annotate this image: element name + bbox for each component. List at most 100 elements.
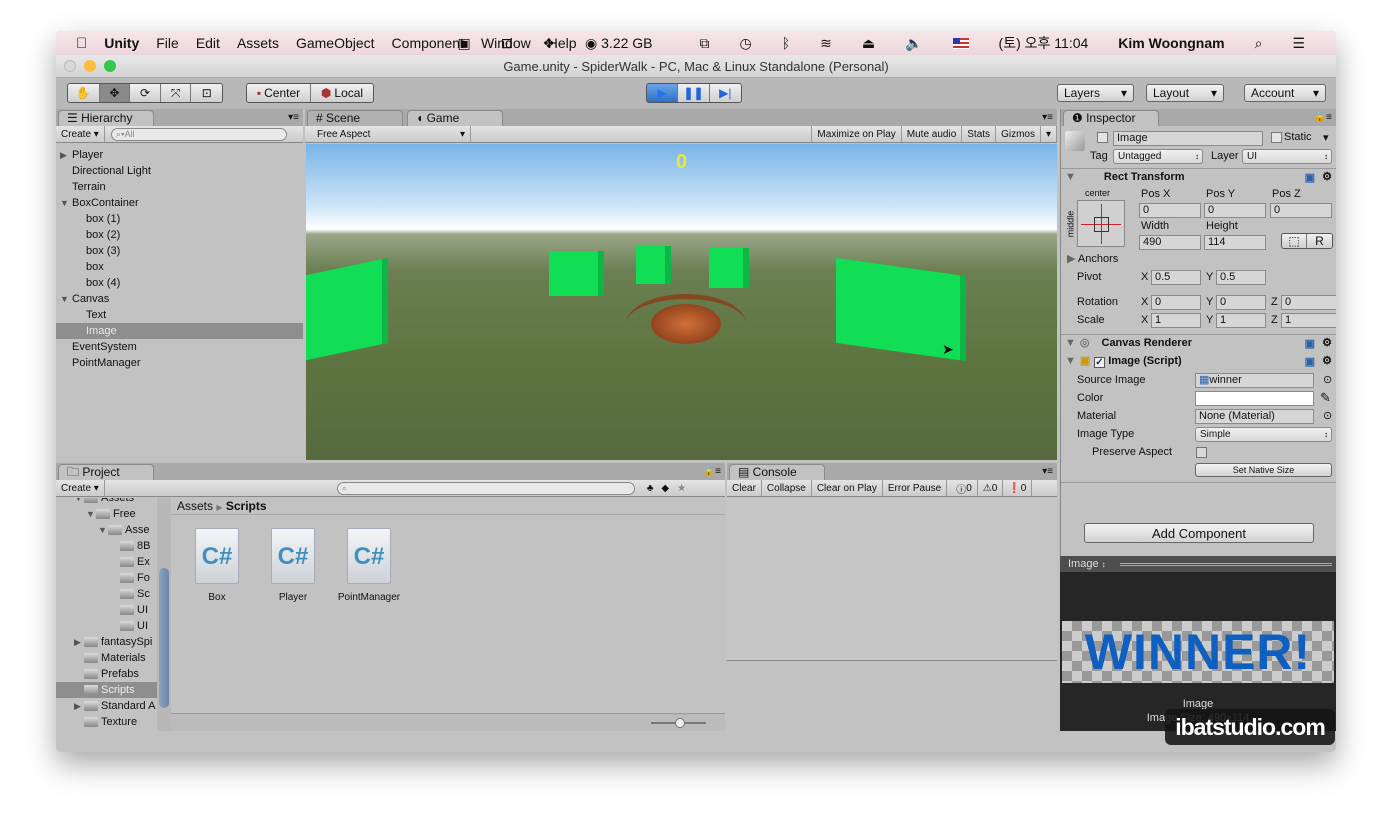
rotation-z-input[interactable]: 0 [1281, 295, 1336, 310]
project-folder-item[interactable]: ▼ Asse [56, 522, 157, 538]
zoom-button[interactable] [104, 60, 116, 72]
menu-gameobject[interactable]: GameObject [296, 35, 375, 51]
eyedropper-icon[interactable]: ✎ [1320, 390, 1331, 406]
project-folder-item[interactable]: ▼ Free [56, 506, 157, 522]
preview-title-dropdown[interactable]: Image [1068, 558, 1099, 570]
tag-dropdown[interactable]: Untagged [1113, 149, 1203, 164]
pause-button[interactable]: ❚❚ [678, 84, 710, 102]
project-folder-item[interactable]: Materials [56, 650, 157, 666]
console-log-list[interactable] [727, 498, 1057, 661]
search-by-label-icon[interactable]: ◆ [661, 483, 669, 494]
hierarchy-item[interactable]: PointManager [56, 355, 303, 371]
memory-status[interactable]: ◉ 3.22 GB [585, 35, 669, 52]
project-folder-item[interactable]: Scripts [56, 682, 157, 698]
layout-dropdown[interactable]: Layout ▾ [1146, 84, 1224, 102]
image-enabled-checkbox[interactable]: ✓ [1094, 357, 1106, 368]
gizmos-button[interactable]: Gizmos [996, 126, 1041, 142]
help-book-icon[interactable]: ▣ [1305, 336, 1315, 353]
pivot-local-button[interactable]: ⬢ Local [310, 84, 373, 102]
hierarchy-create-button[interactable]: Create ▾ [56, 126, 105, 142]
breadcrumb-assets[interactable]: Assets [177, 499, 213, 513]
tab-inspector[interactable]: ❶ Inspector [1063, 110, 1159, 126]
search-by-type-icon[interactable]: ♣ [647, 483, 654, 494]
dropbox-icon[interactable]: ❖ [542, 35, 555, 52]
object-picker-icon[interactable]: ⊙ [1323, 409, 1332, 422]
lock-icon[interactable]: 🔒≡ [1314, 112, 1332, 123]
hierarchy-item[interactable]: ▼ Canvas [56, 291, 303, 307]
time-machine-icon[interactable]: ◷ [740, 35, 752, 52]
stats-button[interactable]: Stats [962, 126, 997, 142]
project-search-input[interactable]: ⌕ [336, 481, 635, 495]
rect-transform-header[interactable]: ▼ Rect Transform ▣ ⚙ [1061, 168, 1336, 186]
foldout-arrow-icon[interactable]: ▶ [74, 698, 81, 714]
scale-y-input[interactable]: 1 [1216, 313, 1266, 328]
favorites-icon[interactable]: ★ [677, 483, 686, 494]
tab-scene[interactable]: # Scene [307, 110, 403, 126]
tab-game[interactable]: ◖ Game [407, 110, 503, 126]
pivot-x-input[interactable]: 0.5 [1151, 270, 1201, 285]
script-asset[interactable]: C# PointManager [333, 528, 405, 608]
add-component-button[interactable]: Add Component [1084, 523, 1314, 543]
preserve-aspect-checkbox[interactable] [1196, 447, 1207, 458]
volume-icon[interactable]: 🔈 [905, 35, 922, 52]
project-create-button[interactable]: Create ▾ [56, 480, 105, 496]
raw-edit-button[interactable]: R [1307, 234, 1332, 248]
eject-icon[interactable]: ⏏ [862, 35, 875, 52]
gear-icon[interactable]: ⚙ [1322, 353, 1332, 370]
panel-menu-icon[interactable]: ▾≡ [1042, 466, 1053, 477]
play-button[interactable]: ▶ [647, 84, 679, 102]
posx-input[interactable]: 0 [1139, 203, 1201, 218]
move-tool-icon[interactable]: ✥ [99, 84, 131, 102]
layer-dropdown[interactable]: UI [1242, 149, 1332, 164]
aspect-dropdown[interactable]: Free Aspect ▾ [305, 126, 471, 142]
foldout-arrow-icon[interactable]: ▼ [98, 522, 107, 538]
hierarchy-item[interactable]: box (4) [56, 275, 303, 291]
tab-hierarchy[interactable]: ☰ Hierarchy [58, 110, 154, 126]
clock[interactable]: (토) 오후 11:04 [999, 33, 1089, 53]
project-folder-item[interactable]: Prefabs [56, 666, 157, 682]
layers-dropdown[interactable]: Layers ▾ [1057, 84, 1134, 102]
scale-x-input[interactable]: 1 [1151, 313, 1201, 328]
scale-tool-icon[interactable]: ⤧ [160, 84, 192, 102]
anchors-foldout[interactable]: ▶ Anchors [1067, 252, 1118, 265]
user-name[interactable]: Kim Woongnam [1118, 35, 1224, 51]
hierarchy-item[interactable]: Terrain [56, 179, 303, 195]
foldout-arrow-icon[interactable]: ▼ [86, 506, 95, 522]
image-type-dropdown[interactable]: Simple [1195, 427, 1332, 442]
pivot-y-input[interactable]: 0.5 [1216, 270, 1266, 285]
project-folder-item[interactable]: UI [56, 618, 157, 634]
icon-size-slider[interactable] [651, 718, 706, 728]
hierarchy-item[interactable]: box [56, 259, 303, 275]
width-input[interactable]: 490 [1139, 235, 1201, 250]
account-dropdown[interactable]: Account ▾ [1244, 84, 1326, 102]
canvas-renderer-header[interactable]: ▼ ◎ Canvas Renderer ▣ ⚙ [1061, 334, 1336, 352]
project-folder-item[interactable]: Ex [56, 554, 157, 570]
project-folder-item[interactable]: Fo [56, 570, 157, 586]
hierarchy-item[interactable]: Image [56, 323, 303, 339]
panel-menu-icon[interactable]: ▾≡ [1042, 112, 1053, 123]
panel-menu-icon[interactable]: ▾≡ [288, 112, 299, 123]
step-button[interactable]: ▶| [709, 84, 741, 102]
gizmos-dropdown[interactable]: ▾ [1041, 126, 1057, 142]
project-folder-item[interactable]: UI [56, 602, 157, 618]
display-icon[interactable]: ▣ [458, 35, 471, 52]
project-folder-item[interactable]: Sc [56, 586, 157, 602]
foldout-arrow-icon[interactable]: ▶ [74, 634, 81, 650]
menu-file[interactable]: File [156, 35, 179, 51]
hierarchy-item[interactable]: Directional Light [56, 163, 303, 179]
breadcrumb-scripts[interactable]: Scripts [226, 499, 267, 513]
static-dropdown[interactable]: ▾ [1323, 131, 1329, 144]
blueprint-mode-button[interactable]: ⬚ [1282, 234, 1308, 248]
minimize-button[interactable] [84, 60, 96, 72]
rotation-y-input[interactable]: 0 [1216, 295, 1266, 310]
scrollbar-thumb[interactable] [159, 568, 169, 708]
mute-audio-button[interactable]: Mute audio [902, 126, 963, 142]
set-native-size-button[interactable]: Set Native Size [1195, 463, 1332, 477]
flag-icon[interactable] [952, 37, 969, 49]
hand-tool-icon[interactable]: ✋ [68, 84, 100, 102]
tab-console[interactable]: ▤ Console [729, 464, 825, 480]
game-viewport[interactable]: 0 ➤ [306, 144, 1057, 460]
static-checkbox[interactable] [1271, 132, 1282, 143]
wifi-icon[interactable]: ≋ [820, 35, 832, 52]
console-error-pause-button[interactable]: Error Pause [883, 480, 948, 496]
